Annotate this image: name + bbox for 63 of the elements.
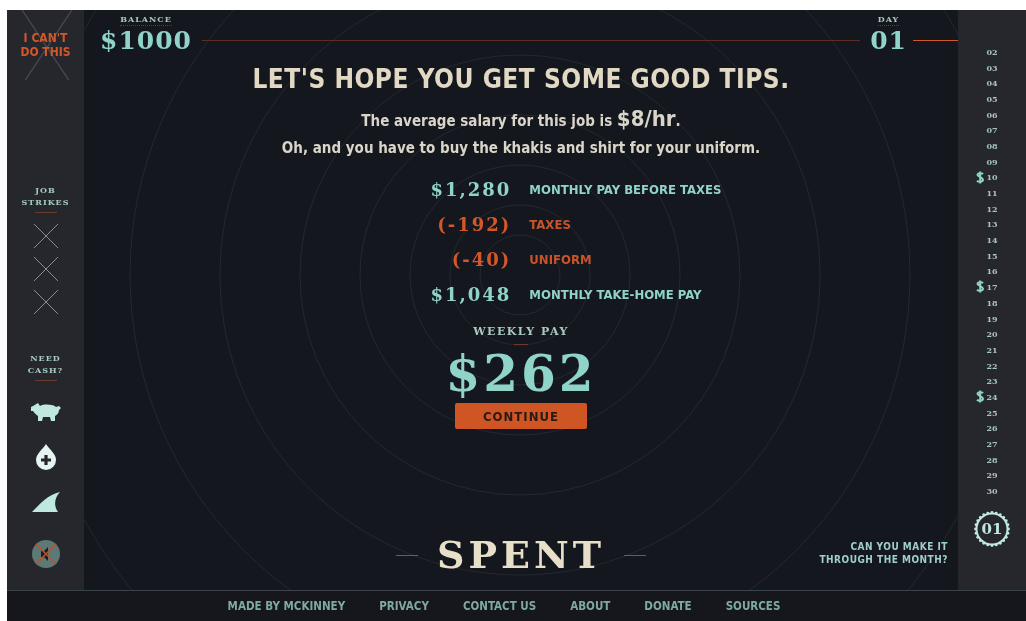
- calendar-day: 06: [984, 109, 1000, 120]
- calendar-day: 25: [984, 407, 1000, 418]
- day-label: DAY: [877, 14, 900, 26]
- drop-plus-icon: [34, 444, 57, 470]
- calendar-day: 29: [984, 470, 1000, 481]
- calendar-day: 03: [984, 62, 1000, 73]
- calendar-day: 24: [984, 391, 1000, 402]
- job-strikes-label: JOB STRIKES: [20, 184, 71, 208]
- footer-link[interactable]: CONTACT US: [462, 599, 537, 613]
- calendar-day: 17: [984, 282, 1000, 293]
- amount-value: (-192): [436, 213, 512, 237]
- calendar-day: 04: [984, 78, 1000, 89]
- calendar-day: 10: [984, 172, 1000, 183]
- day-value: 01: [870, 26, 907, 56]
- amount-label: MONTHLY PAY BEFORE TAXES: [529, 182, 722, 197]
- cash-option-button[interactable]: [34, 444, 57, 473]
- day-badge: 01: [974, 510, 1010, 547]
- footer-link[interactable]: PRIVACY: [379, 599, 429, 613]
- calendar-day: 07: [984, 125, 1000, 136]
- calendar-day: 08: [984, 140, 1000, 151]
- sound-toggle-button[interactable]: [31, 540, 60, 568]
- calendar-day: 14: [984, 235, 1000, 246]
- amount-value: $1,048: [430, 283, 512, 307]
- need-cash-label: NEED CASH?: [26, 352, 65, 376]
- salary-text: The average salary for this job is $8/hr.: [361, 106, 681, 131]
- uniform-text: Oh, and you have to buy the khakis and shirt for your uniform.: [281, 139, 761, 157]
- calendar-day: 13: [984, 219, 1000, 230]
- calendar-day: 22: [984, 360, 1000, 371]
- calendar-day: 05: [984, 93, 1000, 104]
- quit-button[interactable]: I CAN'T DO THIS: [7, 10, 84, 80]
- calendar-day: 19: [984, 313, 1000, 324]
- balance-value: $1000: [100, 26, 192, 56]
- calendar-day: 23: [984, 376, 1000, 387]
- calendar-day: 30: [984, 486, 1000, 497]
- calendar-day: 16: [984, 266, 1000, 277]
- footer-link[interactable]: DONATE: [644, 599, 692, 613]
- calendar-day: 27: [984, 439, 1000, 450]
- balance-label: BALANCE: [120, 14, 172, 26]
- calendar-day: 28: [984, 454, 1000, 465]
- calendar-day: 26: [984, 423, 1000, 434]
- shark-fin-icon: [30, 491, 61, 513]
- weekly-pay-value: $262: [445, 347, 597, 401]
- calendar-day: 21: [984, 344, 1000, 355]
- footer-link[interactable]: SOURCES: [725, 599, 781, 613]
- calendar-day: 09: [984, 156, 1000, 167]
- amount-value: (-40): [450, 248, 512, 272]
- calendar-day: 20: [984, 329, 1000, 340]
- footer-link[interactable]: ABOUT: [570, 599, 611, 613]
- calendar-day: 02: [984, 46, 1000, 57]
- calendar-day: 11: [984, 188, 1000, 199]
- tagline: CAN YOU MAKE IT THROUGH THE MONTH?: [818, 540, 948, 566]
- footer-link[interactable]: MADE BY MCKINNEY: [227, 599, 346, 613]
- logo: SPENT: [437, 533, 605, 577]
- calendar-day: 18: [984, 297, 1000, 308]
- calendar-day: 12: [984, 203, 1000, 214]
- headline: LET'S HOPE YOU GET SOME GOOD TIPS.: [252, 64, 790, 94]
- amount-label: TAXES: [529, 217, 572, 232]
- continue-button[interactable]: CONTINUE: [455, 403, 587, 429]
- amount-label: MONTHLY TAKE-HOME PAY: [529, 287, 703, 302]
- amount-value: $1,280: [430, 178, 512, 202]
- weekly-pay-label: WEEKLY PAY: [473, 325, 569, 338]
- amount-label: UNIFORM: [529, 252, 593, 267]
- calendar-day: 15: [984, 250, 1000, 261]
